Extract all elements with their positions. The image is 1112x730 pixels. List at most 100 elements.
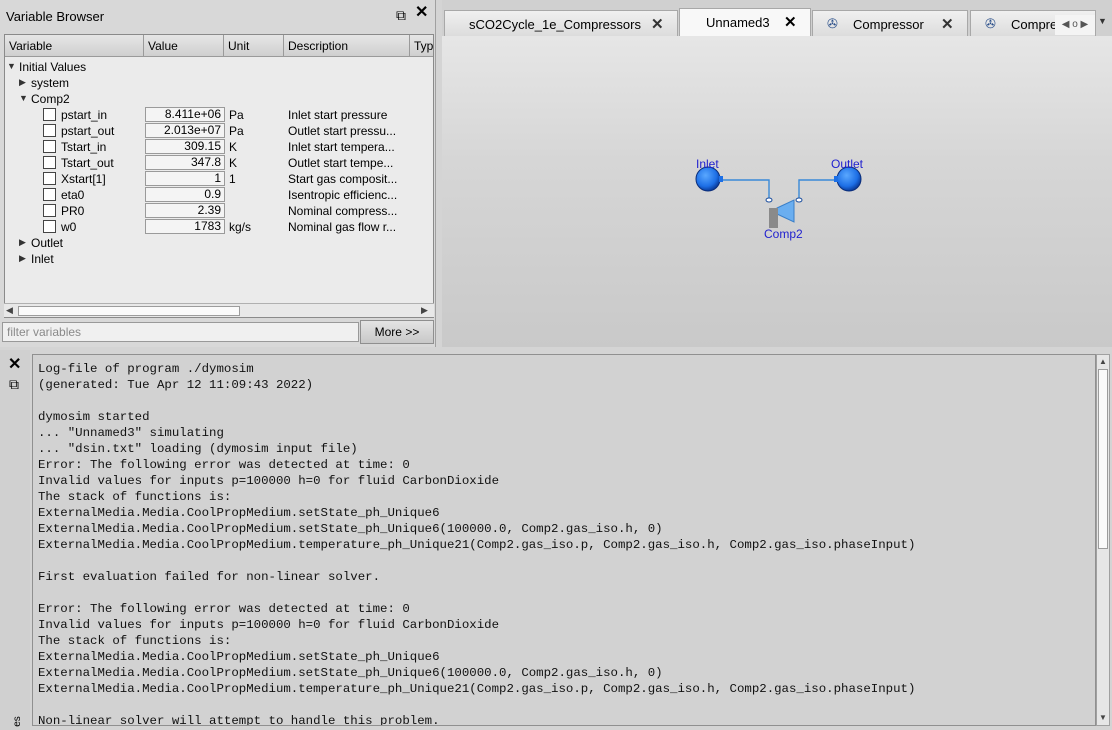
- variable-browser-title: Variable Browser: [6, 9, 105, 24]
- variable-name: Xstart[1]: [61, 172, 106, 186]
- variable-checkbox[interactable]: [43, 172, 56, 185]
- tab-bar: sCO2Cycle_1e_Compressors ✕ Unnamed3 ✕ ✇ …: [442, 8, 1112, 36]
- variable-description: Isentropic efficienc...: [288, 188, 398, 202]
- tab-compressor[interactable]: ✇ Compressor ✕: [812, 10, 968, 36]
- variable-checkbox[interactable]: [43, 204, 56, 217]
- scroll-left-icon[interactable]: ◀: [6, 305, 13, 316]
- tab-list-dropdown-icon[interactable]: ▼: [1098, 16, 1107, 26]
- tab-scroll-arrows[interactable]: ◀ o ▶: [1055, 15, 1095, 35]
- tree-label: Initial Values: [19, 60, 87, 74]
- variable-name: Tstart_out: [61, 156, 114, 170]
- tree-node-initial-values[interactable]: ▼ Initial Values: [5, 59, 433, 75]
- variable-browser-panel: Variable Browser ⧉ ✕ Variable Value Unit…: [0, 0, 436, 347]
- variable-name: pstart_in: [61, 108, 108, 122]
- compressor-icon[interactable]: [765, 197, 803, 228]
- variable-value-field[interactable]: 8.411e+06: [145, 107, 225, 122]
- tab-unnamed3[interactable]: Unnamed3 ✕: [679, 8, 811, 36]
- tab-label: Compressor: [853, 17, 924, 32]
- variable-checkbox[interactable]: [43, 124, 56, 137]
- variable-row[interactable]: Xstart[1] 1 1 Start gas composit...: [5, 171, 433, 187]
- horizontal-scrollbar[interactable]: ◀ ▶: [4, 303, 434, 317]
- column-header-variable[interactable]: Variable: [5, 35, 144, 57]
- compressor-model-icon: ✇: [827, 16, 838, 31]
- variable-unit: Pa: [229, 108, 244, 122]
- variable-value-field[interactable]: 2.013e+07: [145, 123, 225, 138]
- variable-row[interactable]: PR0 2.39 Nominal compress...: [5, 203, 433, 219]
- vertical-scrollbar[interactable]: ▲ ▼: [1096, 354, 1110, 726]
- variable-row[interactable]: pstart_out 2.013e+07 Pa Outlet start pressu…: [5, 123, 433, 139]
- undock-icon[interactable]: ⧉: [396, 8, 406, 22]
- variable-row[interactable]: w0 1783 kg/s Nominal gas flow r...: [5, 219, 433, 235]
- variable-value-field[interactable]: 1783: [145, 219, 225, 234]
- component-label: Comp2: [764, 227, 803, 241]
- variable-description: Inlet start pressure: [288, 108, 388, 122]
- scrollbar-thumb[interactable]: [18, 306, 240, 316]
- side-tab-label[interactable]: es: [12, 716, 23, 727]
- column-header-unit[interactable]: Unit: [224, 35, 284, 57]
- tree-label: Comp2: [31, 92, 70, 106]
- tree-label: system: [31, 76, 70, 90]
- column-header-type[interactable]: Typ: [410, 35, 433, 57]
- close-tab-icon[interactable]: ✕: [651, 15, 664, 33]
- variable-row[interactable]: eta0 0.9 Isentropic efficienc...: [5, 187, 433, 203]
- variable-value-field[interactable]: 309.15: [145, 139, 225, 154]
- variable-unit: K: [229, 140, 238, 154]
- inlet-label: Inlet: [696, 157, 719, 171]
- tab-label: Unnamed3: [706, 15, 770, 30]
- column-header-value[interactable]: Value: [144, 35, 224, 57]
- variable-unit: Pa: [229, 124, 244, 138]
- compressor-model-icon: ✇: [985, 16, 996, 31]
- collapsed-arrow-icon[interactable]: ▶: [19, 237, 26, 248]
- collapsed-arrow-icon[interactable]: ▶: [19, 77, 26, 88]
- log-output-pane[interactable]: Log-file of program ./dymosim (generated…: [32, 354, 1096, 726]
- tab-label: sCO2Cycle_1e_Compressors: [469, 17, 641, 32]
- scroll-down-icon[interactable]: ▼: [1099, 713, 1107, 722]
- variable-value-field[interactable]: 347.8: [145, 155, 225, 170]
- variable-row[interactable]: Tstart_out 347.8 K Outlet start tempe...: [5, 155, 433, 171]
- column-header-description[interactable]: Description: [284, 35, 410, 57]
- variable-unit: 1: [229, 172, 236, 186]
- outlet-label: Outlet: [831, 157, 864, 171]
- close-tab-icon[interactable]: ✕: [784, 13, 797, 31]
- connection-wires[interactable]: [721, 179, 837, 202]
- variable-checkbox[interactable]: [43, 140, 56, 153]
- tree-node-outlet[interactable]: ▶ Outlet: [5, 235, 433, 251]
- variable-description: Nominal compress...: [288, 204, 398, 218]
- tree-node-comp2[interactable]: ▼ Comp2: [5, 91, 433, 107]
- scrollbar-thumb[interactable]: [1098, 369, 1108, 549]
- expanded-arrow-icon[interactable]: ▼: [7, 61, 16, 71]
- more-button[interactable]: More >>: [360, 320, 434, 344]
- log-text: Log-file of program ./dymosim (generated…: [38, 362, 916, 726]
- expanded-arrow-icon[interactable]: ▼: [19, 93, 28, 103]
- close-log-icon[interactable]: ✕: [8, 354, 21, 374]
- variable-checkbox[interactable]: [43, 188, 56, 201]
- variable-value-field[interactable]: 0.9: [145, 187, 225, 202]
- filter-variables-input[interactable]: filter variables: [2, 322, 359, 342]
- variable-name: Tstart_in: [61, 140, 107, 154]
- variable-description: Start gas composit...: [288, 172, 398, 186]
- variable-checkbox[interactable]: [43, 108, 56, 121]
- app-window: Variable Browser ⧉ ✕ Variable Value Unit…: [0, 0, 1112, 730]
- diagram-area: sCO2Cycle_1e_Compressors ✕ Unnamed3 ✕ ✇ …: [442, 0, 1112, 347]
- tab-compressor-2[interactable]: ✇ Compre ◀ o ▶: [970, 10, 1096, 36]
- tab-sco2cycle[interactable]: sCO2Cycle_1e_Compressors ✕: [444, 10, 678, 36]
- tree-label: Outlet: [31, 236, 64, 250]
- variable-row[interactable]: Tstart_in 309.15 K Inlet start tempera...: [5, 139, 433, 155]
- variable-value-field[interactable]: 1: [145, 171, 225, 186]
- close-tab-icon[interactable]: ✕: [941, 15, 954, 33]
- variable-value-field[interactable]: 2.39: [145, 203, 225, 218]
- scroll-up-icon[interactable]: ▲: [1099, 357, 1107, 366]
- close-icon[interactable]: ✕: [415, 5, 428, 21]
- collapsed-arrow-icon[interactable]: ▶: [19, 253, 26, 264]
- tab-label: Compre: [1011, 17, 1058, 32]
- variable-description: Outlet start pressu...: [288, 124, 397, 138]
- variable-checkbox[interactable]: [43, 220, 56, 233]
- variable-checkbox[interactable]: [43, 156, 56, 169]
- variable-row[interactable]: pstart_in 8.411e+06 Pa Inlet start pressure: [5, 107, 433, 123]
- diagram-svg: [695, 166, 862, 228]
- tree-node-inlet[interactable]: ▶ Inlet: [5, 251, 433, 267]
- diagram-canvas[interactable]: Inlet Outlet Comp2: [442, 36, 1112, 347]
- undock-log-icon[interactable]: ⧉: [9, 376, 19, 393]
- tree-node-system[interactable]: ▶ system: [5, 75, 433, 91]
- scroll-right-icon[interactable]: ▶: [421, 305, 428, 316]
